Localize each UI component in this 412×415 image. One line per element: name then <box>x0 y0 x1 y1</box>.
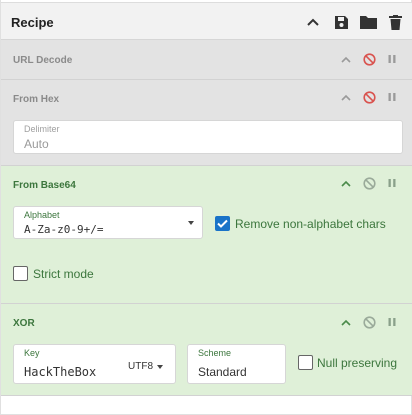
collapse-chevron-up-icon[interactable] <box>339 52 353 66</box>
recipe-header: Recipe <box>1 2 412 40</box>
remove-non-alphabet-checkbox[interactable] <box>215 216 230 231</box>
breakpoint-icon[interactable] <box>385 315 399 329</box>
collapse-all-chevron-up-icon[interactable] <box>303 12 323 32</box>
operation-from-hex[interactable]: From Hex Delimiter Auto <box>1 80 412 166</box>
dropdown-caret-icon[interactable] <box>157 365 163 369</box>
disable-icon[interactable] <box>362 52 376 66</box>
key-encoding-dropdown[interactable]: UTF8 <box>128 361 153 372</box>
trash-icon[interactable] <box>385 12 405 32</box>
operation-name: URL Decode <box>13 55 73 66</box>
alphabet-value: A-Za-z0-9+/= <box>24 223 104 236</box>
delimiter-field[interactable]: Delimiter Auto <box>13 120 403 154</box>
breakpoint-icon[interactable] <box>385 52 399 66</box>
delimiter-label: Delimiter <box>24 124 60 134</box>
collapse-chevron-up-icon[interactable] <box>339 315 353 329</box>
collapse-chevron-up-icon[interactable] <box>339 90 353 104</box>
alphabet-label: Alphabet <box>24 210 60 220</box>
key-value[interactable]: HackTheBox <box>24 365 96 379</box>
disable-icon[interactable] <box>362 90 376 104</box>
null-preserving-label: Null preserving <box>317 356 398 370</box>
breakpoint-icon[interactable] <box>385 176 399 190</box>
disable-icon[interactable] <box>362 315 376 329</box>
save-icon[interactable] <box>331 12 351 32</box>
strict-mode-checkbox[interactable] <box>13 266 28 281</box>
key-label: Key <box>24 348 40 358</box>
operation-from-base64[interactable]: From Base64 Alphabet A-Za-z0-9+/= Remove… <box>1 166 412 304</box>
key-field[interactable]: Key HackTheBox UTF8 <box>13 344 176 384</box>
recipe-title: Recipe <box>11 15 54 30</box>
operation-name: From Base64 <box>13 180 76 191</box>
folder-icon[interactable] <box>358 12 378 32</box>
scheme-label: Scheme <box>198 348 232 358</box>
scheme-value: Standard <box>198 365 247 379</box>
null-preserving-checkbox[interactable] <box>298 355 313 370</box>
breakpoint-icon[interactable] <box>385 90 399 104</box>
dropdown-caret-icon[interactable] <box>188 221 194 225</box>
remove-non-alphabet-label: Remove non-alphabet chars <box>235 217 386 231</box>
strict-mode-label: Strict mode <box>33 267 94 281</box>
operation-name: XOR <box>13 318 35 329</box>
recipe-panel: Recipe URL Decode From Hex Delimiter Aut… <box>0 0 412 415</box>
alphabet-select[interactable]: Alphabet A-Za-z0-9+/= <box>13 206 203 239</box>
operation-xor[interactable]: XOR Key HackTheBox UTF8 Scheme Standard … <box>1 304 412 396</box>
collapse-chevron-up-icon[interactable] <box>339 176 353 190</box>
operation-name: From Hex <box>13 94 60 105</box>
disable-icon[interactable] <box>362 176 376 190</box>
operation-url-decode[interactable]: URL Decode <box>1 40 412 80</box>
delimiter-value: Auto <box>24 137 49 151</box>
scheme-select[interactable]: Scheme Standard <box>187 344 286 384</box>
